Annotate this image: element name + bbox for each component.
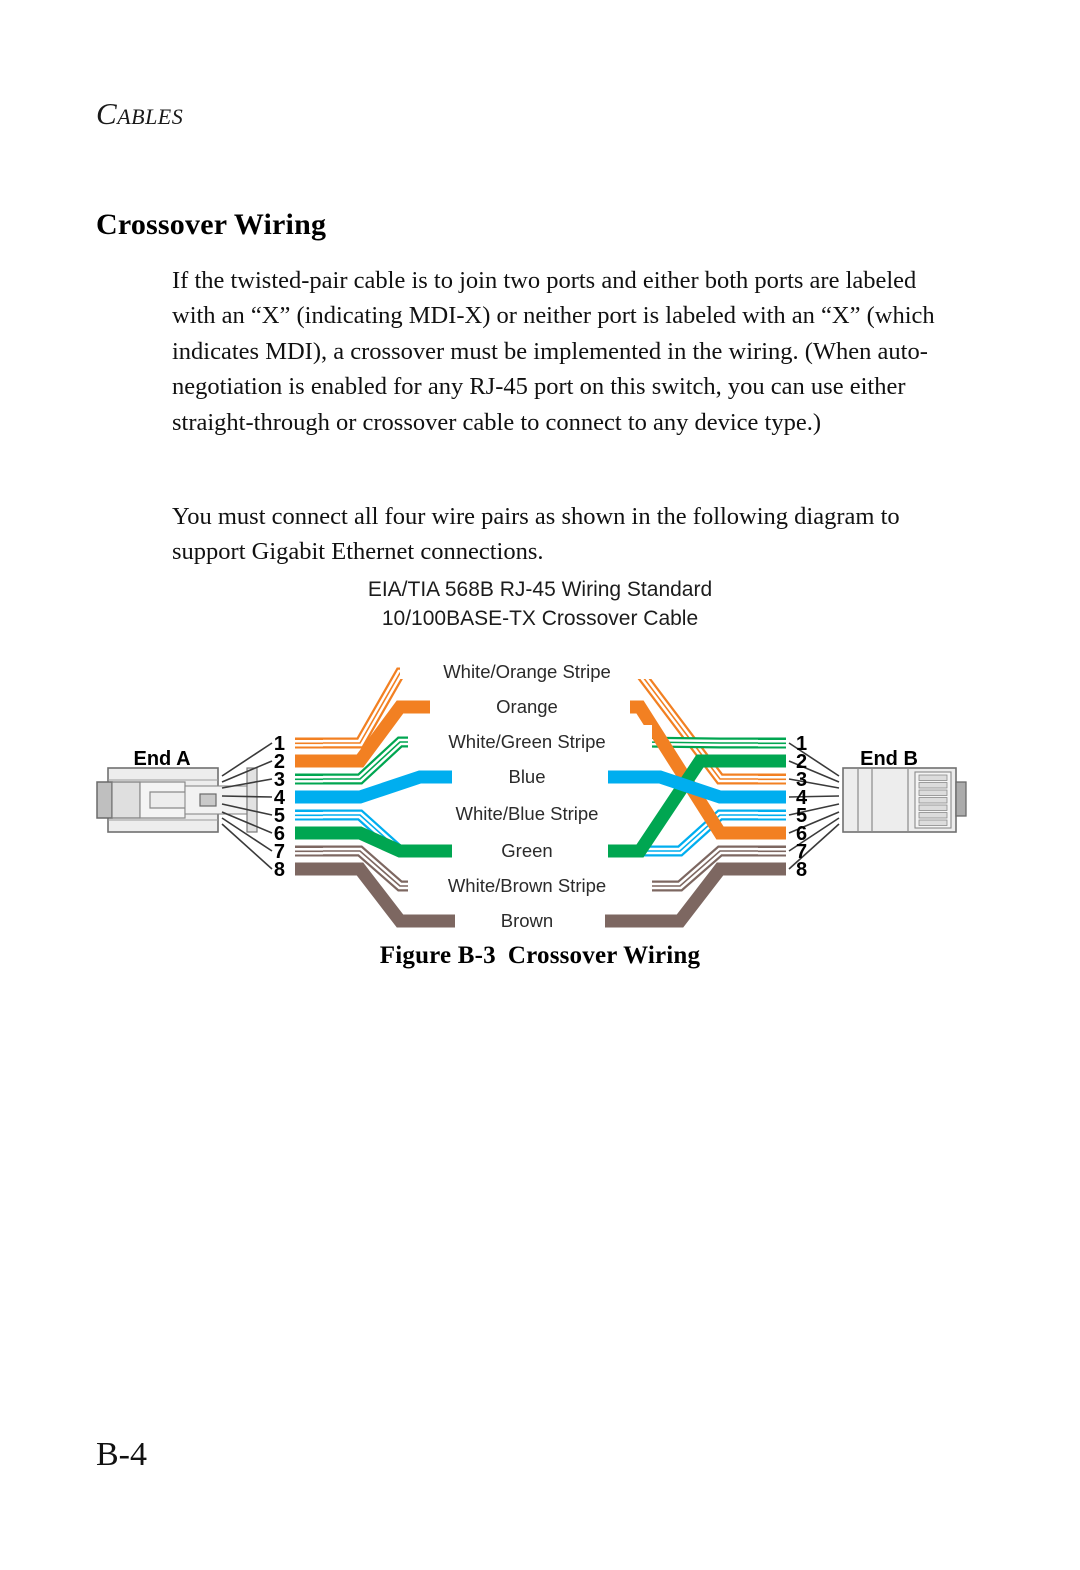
figure-b3: EIA/TIA 568B RJ-45 Wiring Standard 10/10… (0, 560, 1080, 990)
figure-caption: Figure B-3 Crossover Wiring (0, 942, 1080, 970)
end-a-pin-group: 1 2 3 4 5 6 7 8 (274, 733, 323, 881)
figure-caption-number: Figure B-3 (379, 942, 496, 969)
end-b-label: End B (860, 748, 918, 770)
end-a-pin-8: 8 (274, 859, 285, 881)
running-head-remainder: ABLES (117, 104, 184, 129)
wire-label-4: Blue (508, 766, 545, 787)
wire-label-group: White/Orange Stripe Orange White/Green S… (400, 655, 660, 931)
body-paragraph-2: You must connect all four wire pairs as … (172, 502, 900, 566)
end-b-connector (842, 767, 967, 833)
wire-label-7: White/Brown Stripe (448, 875, 606, 896)
running-head-initial: C (96, 96, 118, 131)
wire-label-3: White/Green Stripe (448, 731, 605, 752)
wire-label-6: Green (501, 840, 552, 861)
end-b-pin-8: 8 (796, 859, 807, 881)
body-paragraph-1: If the twisted-pair cable is to join two… (172, 266, 935, 436)
wire-label-1: White/Orange Stripe (443, 661, 611, 682)
section-heading: Crossover Wiring (96, 208, 327, 242)
end-b-pin-group: 1 2 3 4 5 6 7 8 (758, 733, 808, 881)
crossover-wiring-diagram: End A End B White/Orange Stripe Orange W… (96, 655, 967, 931)
figure-caption-text: Crossover Wiring (507, 942, 701, 969)
end-a-label: End A (133, 748, 190, 770)
wire-label-8: Brown (501, 910, 553, 931)
wire-label-2: Orange (496, 696, 558, 717)
page-number: B-4 (96, 1436, 147, 1473)
running-head: CABLES (96, 96, 183, 132)
wire-label-5: White/Blue Stripe (456, 803, 599, 824)
